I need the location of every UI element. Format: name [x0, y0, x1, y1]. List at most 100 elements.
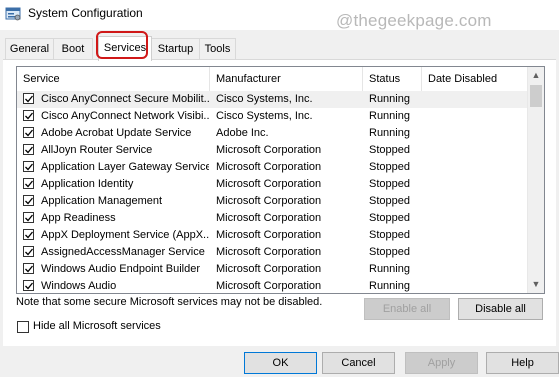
apply-button[interactable]: Apply — [405, 352, 478, 374]
hide-microsoft-services-checkbox[interactable] — [17, 321, 29, 333]
service-name-cell: AllJoyn Router Service — [41, 144, 153, 156]
manufacturer-cell: Cisco Systems, Inc. — [216, 110, 313, 122]
manufacturer-cell: Microsoft Corporation — [216, 263, 322, 275]
date-disabled-cell — [428, 159, 526, 176]
service-checkbox[interactable] — [23, 263, 34, 274]
table-row[interactable]: Application Management Microsoft Corporat… — [17, 193, 527, 210]
enable-all-button[interactable]: Enable all — [364, 298, 450, 320]
status-cell: Stopped — [369, 144, 410, 156]
date-disabled-cell — [428, 108, 526, 125]
date-disabled-cell — [428, 142, 526, 159]
manufacturer-cell: Microsoft Corporation — [216, 144, 322, 156]
date-disabled-cell — [428, 261, 526, 278]
service-name-cell: Adobe Acrobat Update Service — [41, 127, 192, 139]
hide-microsoft-services-label: Hide all Microsoft services — [33, 320, 161, 332]
table-row[interactable]: Windows Audio Endpoint Builder Microsoft … — [17, 261, 527, 278]
ok-button[interactable]: OK — [244, 352, 317, 374]
date-disabled-cell — [428, 125, 526, 142]
service-name-cell: AppX Deployment Service (AppX... — [41, 229, 209, 241]
help-button[interactable]: Help — [486, 352, 559, 374]
status-cell: Running — [369, 110, 410, 122]
tab-boot[interactable]: Boot — [53, 38, 93, 59]
date-disabled-cell — [428, 91, 526, 108]
service-checkbox[interactable] — [23, 161, 34, 172]
column-header-date-disabled[interactable]: Date Disabled — [422, 67, 527, 91]
service-checkbox[interactable] — [23, 280, 34, 291]
status-cell: Stopped — [369, 195, 410, 207]
service-checkbox[interactable] — [23, 212, 34, 223]
service-name-cell: Windows Audio — [41, 280, 117, 292]
status-cell: Stopped — [369, 246, 410, 258]
service-checkbox[interactable] — [23, 127, 34, 138]
date-disabled-cell — [428, 210, 526, 227]
list-header: Service Manufacturer Status Date Disable… — [17, 67, 527, 92]
column-header-manufacturer[interactable]: Manufacturer — [210, 67, 363, 91]
scroll-up-arrow-icon[interactable]: ▲ — [528, 67, 544, 84]
note-text: Note that some secure Microsoft services… — [16, 296, 323, 308]
column-header-status[interactable]: Status — [363, 67, 422, 91]
tab-tools[interactable]: Tools — [199, 38, 236, 59]
service-name-cell: Application Identity — [41, 178, 134, 190]
table-row[interactable]: Application Layer Gateway Service Microso… — [17, 159, 527, 176]
service-checkbox[interactable] — [23, 144, 34, 155]
window-title: System Configuration — [28, 6, 143, 20]
status-cell: Stopped — [369, 161, 410, 173]
manufacturer-cell: Microsoft Corporation — [216, 280, 322, 292]
manufacturer-cell: Microsoft Corporation — [216, 161, 322, 173]
status-cell: Running — [369, 280, 410, 292]
title-bar: System Configuration @thegeekpage.com — [0, 0, 559, 30]
table-row[interactable]: Application Identity Microsoft Corporatio… — [17, 176, 527, 193]
service-checkbox[interactable] — [23, 246, 34, 257]
scroll-thumb[interactable] — [530, 85, 542, 107]
service-checkbox[interactable] — [23, 229, 34, 240]
disable-all-button[interactable]: Disable all — [458, 298, 543, 320]
service-name-cell: App Readiness — [41, 212, 116, 224]
service-checkbox[interactable] — [23, 93, 34, 104]
service-name-cell: Windows Audio Endpoint Builder — [41, 263, 200, 275]
scroll-down-arrow-icon[interactable]: ▼ — [528, 276, 544, 293]
manufacturer-cell: Microsoft Corporation — [216, 178, 322, 190]
service-name-cell: Application Layer Gateway Service — [41, 161, 209, 173]
table-row[interactable]: Cisco AnyConnect Network Visibi... Cisco … — [17, 108, 527, 125]
column-header-service[interactable]: Service — [17, 67, 210, 91]
manufacturer-cell: Microsoft Corporation — [216, 195, 322, 207]
services-tab-highlight — [96, 31, 148, 59]
service-name-cell: AssignedAccessManager Service — [41, 246, 205, 258]
table-row[interactable]: AssignedAccessManager Service Microsoft C… — [17, 244, 527, 261]
service-name-cell: Cisco AnyConnect Secure Mobilit... — [41, 93, 209, 105]
service-name-cell: Application Management — [41, 195, 163, 207]
manufacturer-cell: Microsoft Corporation — [216, 229, 322, 241]
table-row[interactable]: App Readiness Microsoft Corporation Stoppe… — [17, 210, 527, 227]
table-row[interactable]: AllJoyn Router Service Microsoft Corporat… — [17, 142, 527, 159]
tab-general[interactable]: General — [5, 38, 54, 59]
table-row[interactable]: Adobe Acrobat Update Service Adobe Inc. Ru… — [17, 125, 527, 142]
service-checkbox[interactable] — [23, 195, 34, 206]
service-checkbox[interactable] — [23, 110, 34, 121]
status-cell: Stopped — [369, 178, 410, 190]
date-disabled-cell — [428, 278, 526, 293]
cancel-button[interactable]: Cancel — [322, 352, 395, 374]
date-disabled-cell — [428, 193, 526, 210]
table-row[interactable]: AppX Deployment Service (AppX... Microsof… — [17, 227, 527, 244]
service-name-cell: Cisco AnyConnect Network Visibi... — [41, 110, 209, 122]
services-list[interactable]: Service Manufacturer Status Date Disable… — [16, 66, 545, 294]
table-row[interactable]: Cisco AnyConnect Secure Mobilit... Cisco … — [17, 91, 527, 108]
manufacturer-cell: Cisco Systems, Inc. — [216, 93, 313, 105]
date-disabled-cell — [428, 244, 526, 261]
date-disabled-cell — [428, 227, 526, 244]
status-cell: Running — [369, 263, 410, 275]
vertical-scrollbar[interactable]: ▲ ▼ — [527, 67, 544, 293]
manufacturer-cell: Microsoft Corporation — [216, 246, 322, 258]
manufacturer-cell: Adobe Inc. — [216, 127, 269, 139]
table-row[interactable]: Windows Audio Microsoft Corporation Runnin… — [17, 278, 527, 293]
status-cell: Stopped — [369, 229, 410, 241]
status-cell: Stopped — [369, 212, 410, 224]
date-disabled-cell — [428, 176, 526, 193]
watermark: @thegeekpage.com — [336, 11, 492, 30]
msconfig-icon — [5, 6, 21, 22]
service-checkbox[interactable] — [23, 178, 34, 189]
services-rows: Cisco AnyConnect Secure Mobilit... Cisco … — [17, 91, 527, 293]
manufacturer-cell: Microsoft Corporation — [216, 212, 322, 224]
status-cell: Running — [369, 93, 410, 105]
tab-startup[interactable]: Startup — [151, 38, 200, 59]
